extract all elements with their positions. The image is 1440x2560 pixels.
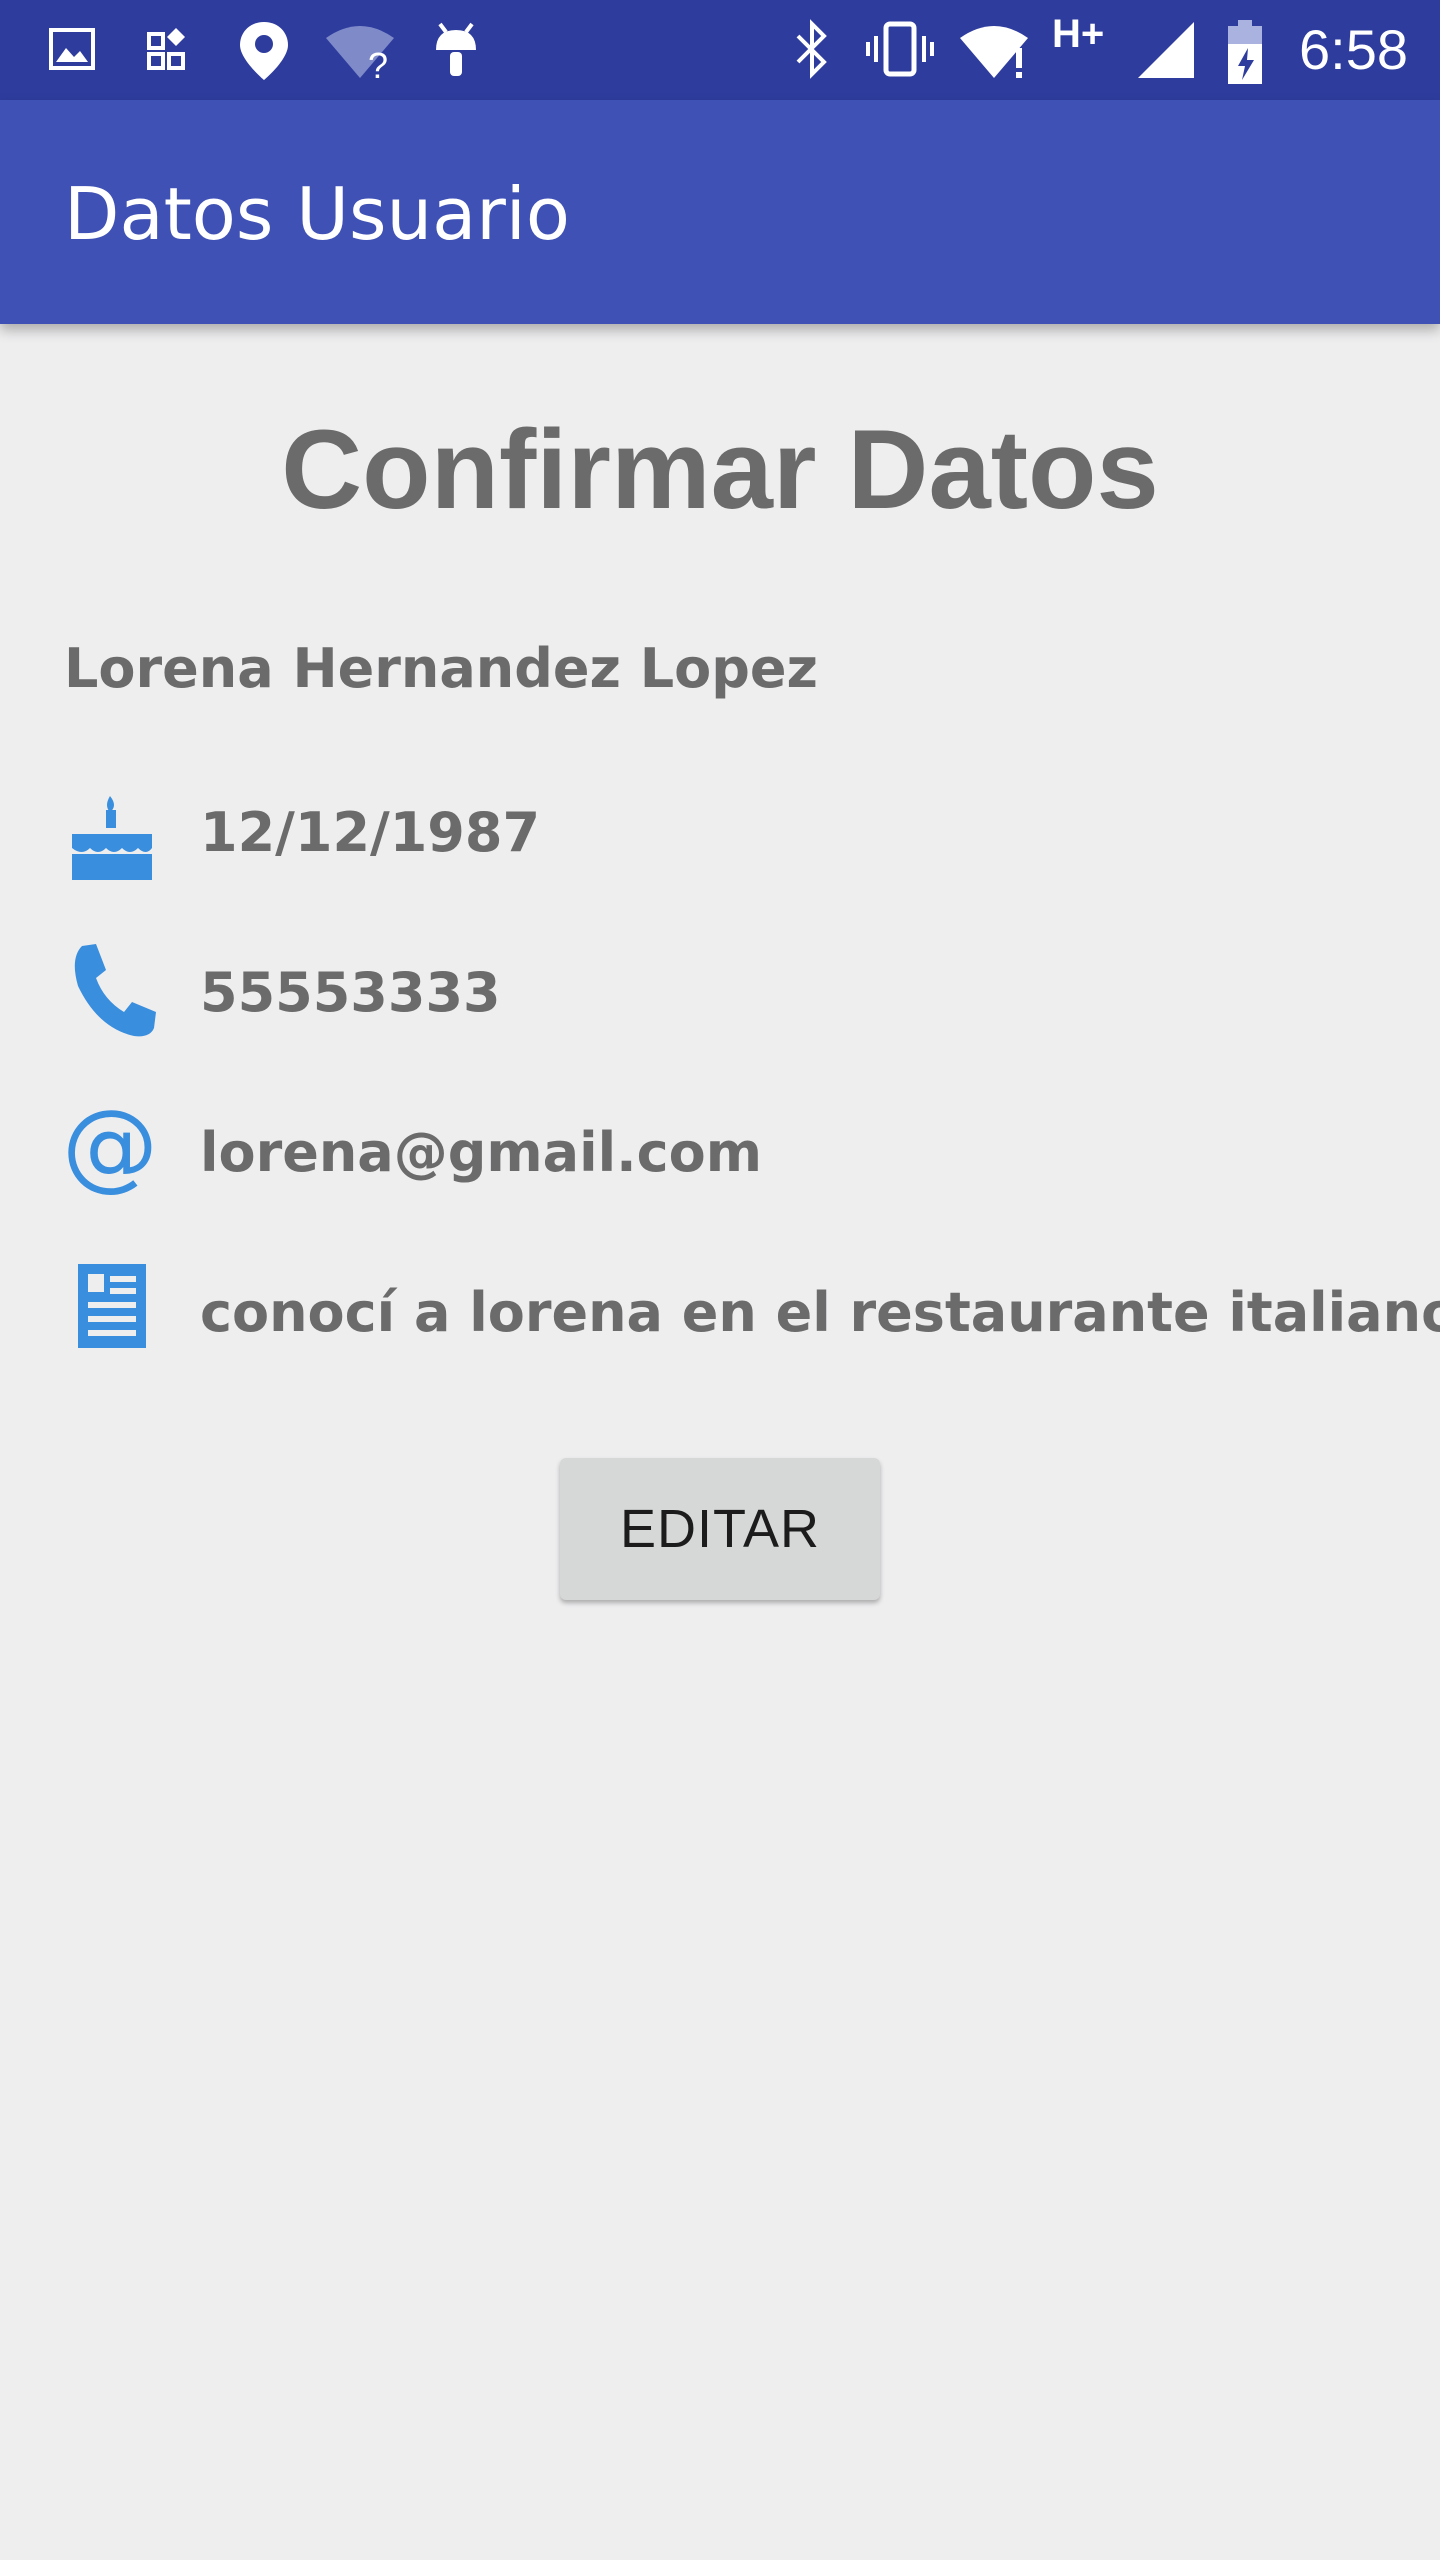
battery-charging-icon [1228,20,1262,84]
birthdate-row: 12/12/1987 [64,780,1404,890]
phone-value: 55553333 [200,961,501,1024]
signal-icon [1138,22,1194,78]
image-icon [49,28,95,70]
svg-text:@: @ [64,1100,158,1201]
android-icon [436,22,476,76]
email-value: lorena@gmail.com [200,1121,763,1184]
svg-text:?: ? [368,45,388,82]
wifi-unknown-icon: ? [326,26,394,82]
clock: 6:58 [1299,18,1408,81]
description-value: conocí a lorena en el restaurante italia… [200,1281,1440,1344]
user-name: Lorena Hernandez Lopez [64,637,818,700]
location-pin-icon [240,22,288,80]
description-icon [78,1264,146,1348]
phone-icon [74,944,156,1037]
edit-button[interactable]: EDITAR [560,1458,880,1600]
app-title: Datos Usuario [64,172,570,256]
apps-icon [147,28,185,70]
bluetooth-icon [796,19,827,79]
wifi-alert-icon [960,26,1028,78]
app-bar: Datos Usuario [0,100,1440,324]
status-bar: ? H+ 6:58 [0,0,1440,100]
page-title: Confirmar Datos [281,407,1159,532]
at-sign-icon: @ [64,1100,158,1201]
vibrate-icon [866,21,934,77]
birthdate-value: 12/12/1987 [200,801,541,864]
email-row: @ lorena@gmail.com [64,1100,1404,1210]
network-type-label: H+ [1052,12,1105,56]
cake-icon [72,796,152,880]
description-row: conocí a lorena en el restaurante italia… [64,1260,1440,1370]
phone-row: 55553333 [64,940,1404,1050]
